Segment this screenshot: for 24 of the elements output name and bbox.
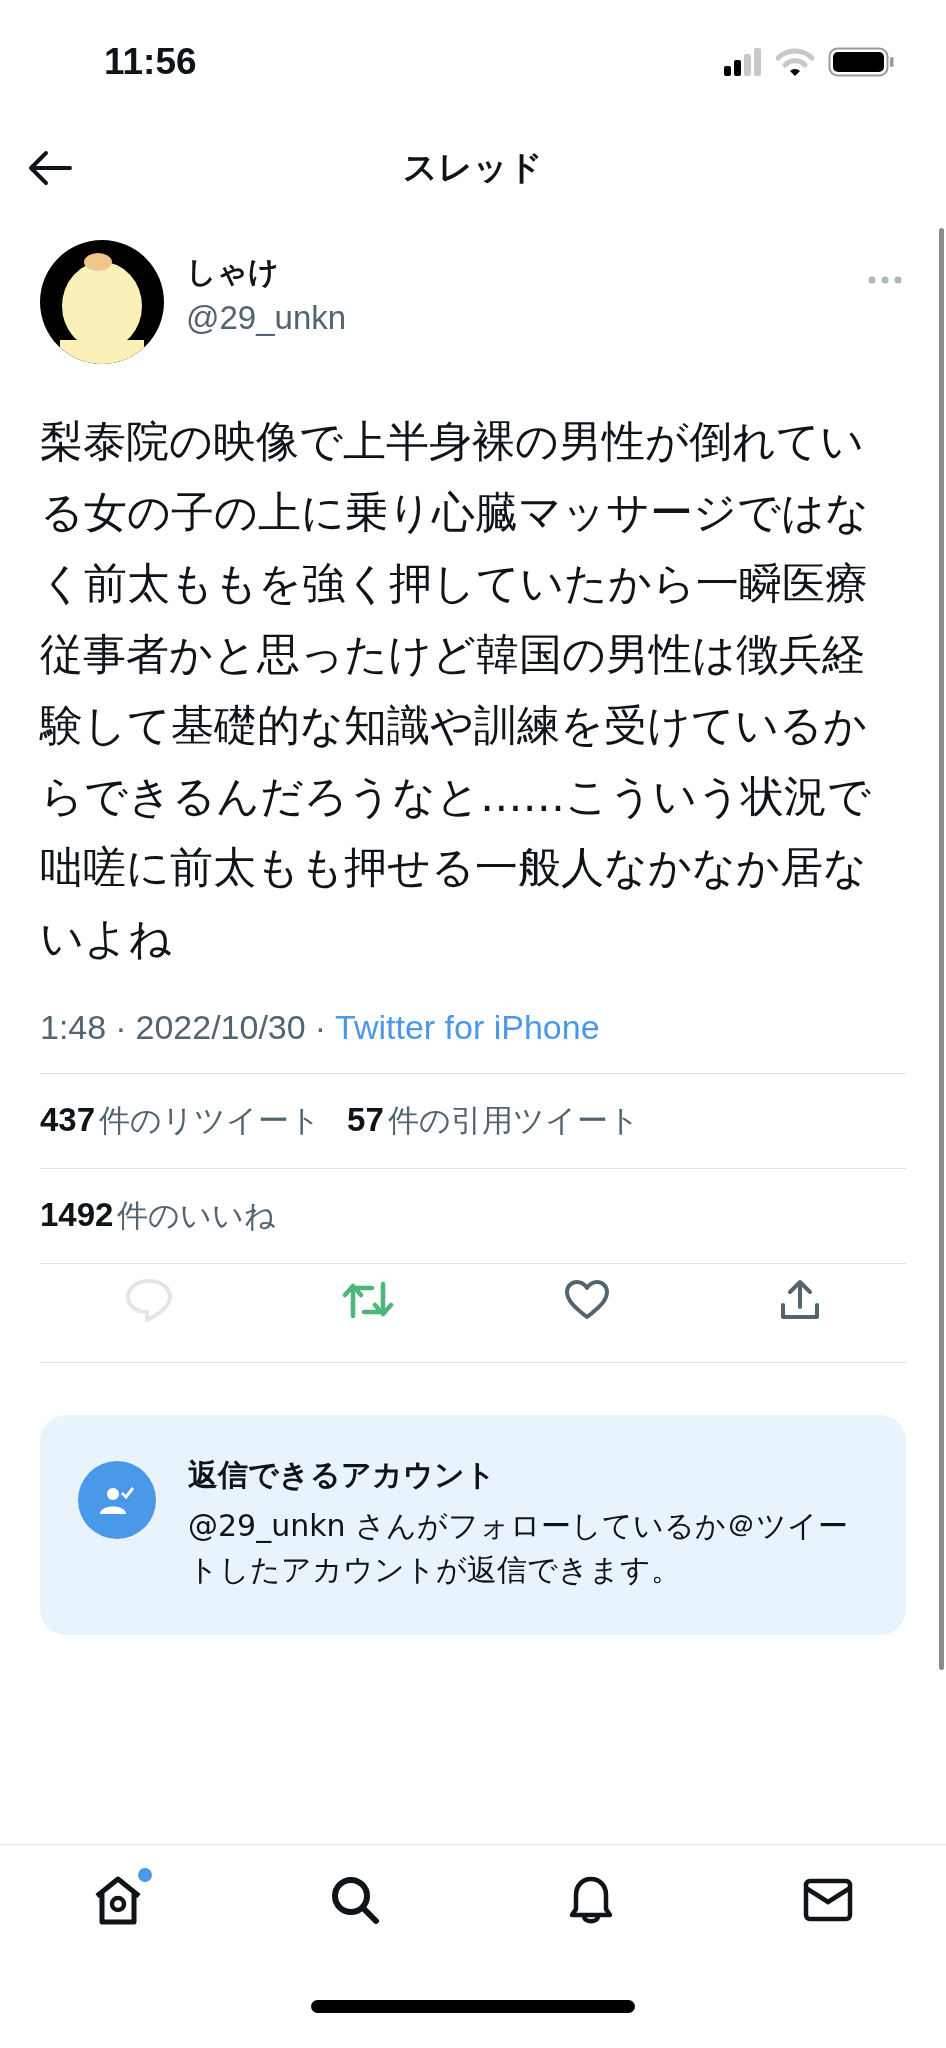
bell-icon[interactable] [568,1875,615,1925]
header-title: スレッド [403,146,543,189]
battery-icon [828,47,894,77]
tweet-date: 2022/10/30 [135,1008,306,1047]
separator: · [314,1008,326,1047]
mail-icon[interactable] [802,1878,853,1922]
wifi-icon [776,48,814,76]
likes-link[interactable]: 1492件のいいね [40,1195,277,1237]
back-arrow-icon[interactable] [28,150,72,186]
stat-link[interactable]: 437件のリツイート [40,1100,322,1142]
tweet-text: 梨泰院の映像で上半身裸の男性が倒れている女の子の上に乗り心臓マッサージではなく前太ももを強く押していたから一瞬医療従事者かと思ったけど韓国の男性は徴兵経験して基礎的な知識や訓練を受けているからできるんだろうなと……こういう状況で咄嗟に前太もも押せる一般人なかなか居ないよね [40,415,873,965]
signal-icon [724,48,762,76]
separator: · [115,1008,127,1047]
share-icon[interactable] [779,1279,822,1321]
heart-icon[interactable] [563,1280,610,1320]
notice-title: 返信できるアカウント [188,1456,497,1494]
notice-text: @29_unkn さんがフォローしているか＠ツイートしたアカウントが返信できます。 [188,1507,850,1589]
user-handle[interactable]: @29_unkn [186,298,868,337]
tweet-time: 1:48 [40,1008,107,1047]
user-name[interactable]: しゃけ [186,251,868,293]
status-time: 11:56 [104,41,197,83]
search-icon[interactable] [329,1875,380,1925]
stat-link[interactable]: 57件の引用ツイート [347,1100,640,1142]
user-check-icon [78,1461,156,1539]
